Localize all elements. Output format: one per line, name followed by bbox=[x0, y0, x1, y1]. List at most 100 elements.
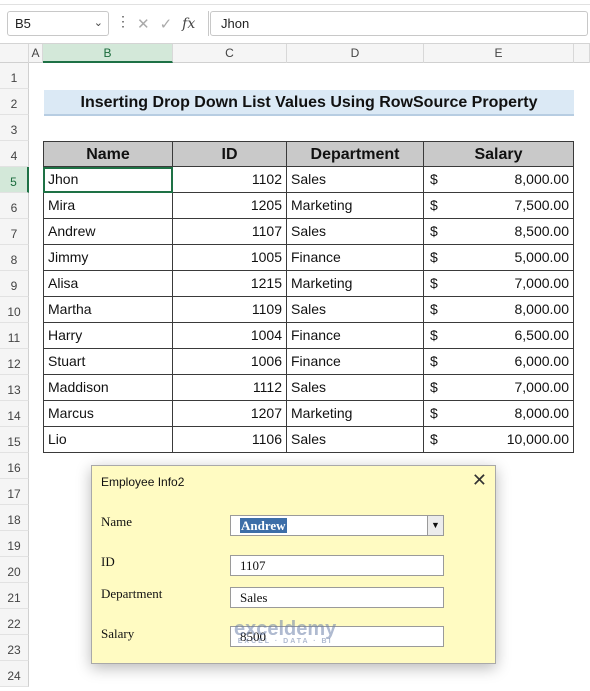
row-header-24[interactable]: 24 bbox=[0, 661, 29, 687]
cancel-icon[interactable]: ✕ bbox=[137, 15, 150, 33]
row-header-17[interactable]: 17 bbox=[0, 479, 29, 505]
row-header-19[interactable]: 19 bbox=[0, 531, 29, 557]
cell-id[interactable]: 1106 bbox=[173, 427, 287, 453]
dialog-title: Employee Info2 bbox=[101, 475, 185, 489]
row-header-21[interactable]: 21 bbox=[0, 583, 29, 609]
column-header-b[interactable]: B bbox=[43, 44, 173, 63]
row-header-20[interactable]: 20 bbox=[0, 557, 29, 583]
formula-buttons: ✕ ✓ fx bbox=[131, 11, 204, 36]
cell-department[interactable]: Finance bbox=[287, 323, 424, 349]
cell-id[interactable]: 1107 bbox=[173, 219, 287, 245]
header-department: Department bbox=[287, 141, 424, 167]
cell-salary[interactable]: $7,500.00 bbox=[424, 193, 574, 219]
row-header-3[interactable]: 3 bbox=[0, 115, 29, 141]
cell-name[interactable]: Stuart bbox=[43, 349, 173, 375]
cell-name[interactable]: Lio bbox=[43, 427, 173, 453]
cell-department[interactable]: Finance bbox=[287, 349, 424, 375]
row-header-2[interactable]: 2 bbox=[0, 89, 29, 115]
salary-value: 8,000.00 bbox=[514, 405, 570, 421]
cell-department[interactable]: Marketing bbox=[287, 193, 424, 219]
formula-input[interactable]: Jhon bbox=[210, 11, 588, 36]
row-header-1[interactable]: 1 bbox=[0, 63, 29, 89]
cell-salary[interactable]: $10,000.00 bbox=[424, 427, 574, 453]
id-textbox[interactable]: 1107 bbox=[230, 555, 444, 576]
salary-value: 8,500.00 bbox=[514, 223, 570, 239]
enter-icon[interactable]: ✓ bbox=[160, 15, 173, 33]
cell-id[interactable]: 1112 bbox=[173, 375, 287, 401]
department-textbox[interactable]: Sales bbox=[230, 587, 444, 608]
cell-name[interactable]: Jimmy bbox=[43, 245, 173, 271]
cell-salary[interactable]: $7,000.00 bbox=[424, 271, 574, 297]
cell-id[interactable]: 1005 bbox=[173, 245, 287, 271]
row-header-18[interactable]: 18 bbox=[0, 505, 29, 531]
cell-id[interactable]: 1109 bbox=[173, 297, 287, 323]
cell-id[interactable]: 1102 bbox=[173, 167, 287, 193]
cell-name[interactable]: Jhon bbox=[43, 167, 173, 193]
currency-symbol: $ bbox=[430, 353, 438, 369]
row-header-12[interactable]: 12 bbox=[0, 349, 29, 375]
salary-value: 6,000.00 bbox=[514, 353, 570, 369]
salary-value: 8,000.00 bbox=[514, 171, 570, 187]
row-header-14[interactable]: 14 bbox=[0, 401, 29, 427]
cell-name[interactable]: Harry bbox=[43, 323, 173, 349]
row-header-11[interactable]: 11 bbox=[0, 323, 29, 349]
cell-salary[interactable]: $8,000.00 bbox=[424, 401, 574, 427]
cell-salary[interactable]: $8,500.00 bbox=[424, 219, 574, 245]
cell-name[interactable]: Mira bbox=[43, 193, 173, 219]
currency-symbol: $ bbox=[430, 275, 438, 291]
cell-department[interactable]: Finance bbox=[287, 245, 424, 271]
column-header-d[interactable]: D bbox=[287, 44, 424, 63]
cell-salary[interactable]: $8,000.00 bbox=[424, 297, 574, 323]
chevron-down-icon[interactable]: ⌄ bbox=[94, 16, 103, 29]
row-header-23[interactable]: 23 bbox=[0, 635, 29, 661]
name-combobox-value: Andrew bbox=[240, 518, 287, 533]
row-header-10[interactable]: 10 bbox=[0, 297, 29, 323]
row-header-6[interactable]: 6 bbox=[0, 193, 29, 219]
row-header-4[interactable]: 4 bbox=[0, 141, 29, 167]
row-header-22[interactable]: 22 bbox=[0, 609, 29, 635]
name-combobox[interactable]: Andrew ▼ bbox=[230, 515, 444, 536]
cell-name[interactable]: Andrew bbox=[43, 219, 173, 245]
cell-id[interactable]: 1215 bbox=[173, 271, 287, 297]
cell-salary[interactable]: $7,000.00 bbox=[424, 375, 574, 401]
cell-department[interactable]: Sales bbox=[287, 297, 424, 323]
column-header-a[interactable]: A bbox=[29, 44, 43, 63]
cell-name[interactable]: Martha bbox=[43, 297, 173, 323]
cell-salary[interactable]: $6,000.00 bbox=[424, 349, 574, 375]
column-header-f[interactable] bbox=[574, 44, 590, 63]
cell-id[interactable]: 1205 bbox=[173, 193, 287, 219]
row-header-13[interactable]: 13 bbox=[0, 375, 29, 401]
cell-salary[interactable]: $6,500.00 bbox=[424, 323, 574, 349]
cell-id[interactable]: 1004 bbox=[173, 323, 287, 349]
cell-department[interactable]: Sales bbox=[287, 219, 424, 245]
cell-name[interactable]: Maddison bbox=[43, 375, 173, 401]
close-icon[interactable]: ✕ bbox=[472, 470, 487, 491]
column-header-c[interactable]: C bbox=[173, 44, 287, 63]
more-options-icon[interactable]: ⋮ bbox=[116, 13, 130, 30]
row-header-7[interactable]: 7 bbox=[0, 219, 29, 245]
dropdown-arrow-icon[interactable]: ▼ bbox=[427, 516, 443, 535]
cell-name[interactable]: Marcus bbox=[43, 401, 173, 427]
row-header-16[interactable]: 16 bbox=[0, 453, 29, 479]
cell-salary[interactable]: $5,000.00 bbox=[424, 245, 574, 271]
cell-name[interactable]: Alisa bbox=[43, 271, 173, 297]
id-label: ID bbox=[101, 554, 115, 569]
row-header-15[interactable]: 15 bbox=[0, 427, 29, 453]
cell-department[interactable]: Sales bbox=[287, 427, 424, 453]
cell-department[interactable]: Sales bbox=[287, 375, 424, 401]
currency-symbol: $ bbox=[430, 171, 438, 187]
cell-department[interactable]: Sales bbox=[287, 167, 424, 193]
salary-value: 5,000.00 bbox=[514, 249, 570, 265]
cell-salary[interactable]: $8,000.00 bbox=[424, 167, 574, 193]
cell-id[interactable]: 1207 bbox=[173, 401, 287, 427]
row-header-5[interactable]: 5 bbox=[0, 167, 29, 193]
name-box[interactable]: B5 ⌄ bbox=[7, 11, 109, 36]
cell-department[interactable]: Marketing bbox=[287, 401, 424, 427]
column-header-e[interactable]: E bbox=[424, 44, 574, 63]
cell-department[interactable]: Marketing bbox=[287, 271, 424, 297]
row-header-9[interactable]: 9 bbox=[0, 271, 29, 297]
row-header-8[interactable]: 8 bbox=[0, 245, 29, 271]
insert-function-icon[interactable]: fx bbox=[182, 16, 195, 32]
select-all-corner[interactable] bbox=[0, 44, 29, 63]
cell-id[interactable]: 1006 bbox=[173, 349, 287, 375]
